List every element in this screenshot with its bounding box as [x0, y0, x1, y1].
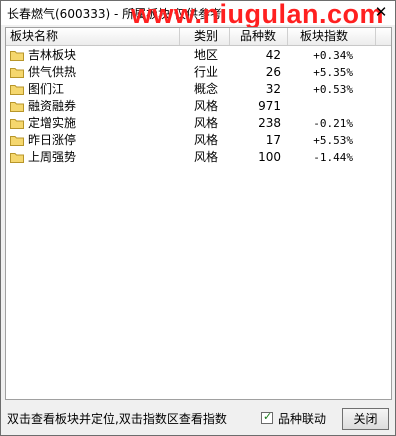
sector-type: 风格 [194, 150, 219, 164]
sector-name: 上周强势 [28, 150, 77, 164]
sector-index[interactable]: +5.35% [291, 64, 353, 81]
table-row[interactable]: 上周强势 风格 100 -1.44% [6, 149, 391, 166]
checkmark-icon: ✓ [263, 410, 273, 423]
sector-type: 概念 [194, 82, 219, 96]
table-row[interactable]: 昨日涨停 风格 17 +5.53% [6, 132, 391, 149]
table-row[interactable]: 图们江 概念 32 +0.53% [6, 81, 391, 98]
table-row[interactable]: 吉林板块 地区 42 +0.34% [6, 47, 391, 64]
sector-name-cell[interactable]: 图们江 [10, 81, 176, 98]
sector-count: 42 [265, 48, 281, 62]
title-bar: 长春燃气(600333) - 所属板块 仅供参考 www.niugulan.co… [1, 0, 395, 29]
table-row[interactable]: 融资融券 风格 971 [6, 98, 391, 115]
sector-type: 风格 [194, 99, 219, 113]
sector-type: 风格 [194, 116, 219, 130]
table-header: 板块名称 类别 品种数 板块指数 [6, 28, 391, 46]
sector-name-cell[interactable]: 昨日涨停 [10, 132, 176, 149]
header-filler [376, 28, 391, 45]
sector-name: 供气供热 [28, 65, 77, 79]
sector-name-cell[interactable]: 定增实施 [10, 115, 176, 132]
sector-count: 100 [258, 150, 281, 164]
folder-icon [10, 102, 24, 112]
link-checkbox[interactable]: ✓ [261, 410, 273, 424]
status-hint: 双击查看板块并定位,双击指数区查看指数 [7, 412, 227, 426]
sector-count: 238 [258, 116, 281, 130]
sector-list[interactable]: 板块名称 类别 品种数 板块指数 吉林板块 地区 42 +0.34% 供气供热 行业 26 +… [5, 27, 392, 400]
table-row[interactable]: 供气供热 行业 26 +5.35% [6, 64, 391, 81]
sector-name: 定增实施 [28, 116, 77, 130]
sector-count: 32 [265, 82, 281, 96]
folder-icon [10, 153, 24, 163]
sector-name-cell[interactable]: 上周强势 [10, 149, 176, 166]
folder-icon [10, 68, 24, 78]
sector-name-cell[interactable]: 融资融券 [10, 98, 176, 115]
sector-window: 长春燃气(600333) - 所属板块 仅供参考 www.niugulan.co… [0, 0, 396, 436]
sector-index[interactable]: +0.53% [291, 81, 353, 98]
folder-icon [10, 136, 24, 146]
sector-type: 行业 [194, 65, 219, 79]
folder-icon [10, 119, 24, 129]
sector-index[interactable]: -1.44% [291, 149, 353, 166]
sector-index[interactable]: -0.21% [291, 115, 353, 132]
folder-icon [10, 51, 24, 61]
sector-index[interactable] [291, 98, 353, 115]
sector-name: 吉林板块 [28, 48, 77, 62]
watermark: www.niugulan.com [131, 0, 385, 29]
sector-count: 17 [265, 133, 281, 147]
sector-index[interactable]: +0.34% [291, 47, 353, 64]
close-button[interactable]: 关闭 [342, 408, 389, 430]
sector-count: 26 [265, 65, 281, 79]
sector-count: 971 [258, 99, 281, 113]
column-header-index[interactable]: 板块指数 [288, 28, 376, 45]
status-bar: 双击查看板块并定位,双击指数区查看指数 ✓ 品种联动 关闭 [1, 401, 395, 435]
sector-name: 图们江 [28, 82, 65, 96]
sector-name: 融资融券 [28, 99, 77, 113]
sector-index[interactable]: +5.53% [291, 132, 353, 149]
sector-type: 风格 [194, 133, 219, 147]
link-checkbox-label[interactable]: 品种联动 [278, 410, 326, 427]
sector-name: 昨日涨停 [28, 133, 77, 147]
sector-type: 地区 [194, 48, 219, 62]
sector-name-cell[interactable]: 供气供热 [10, 64, 176, 81]
column-header-count[interactable]: 品种数 [230, 28, 288, 45]
table-row[interactable]: 定增实施 风格 238 -0.21% [6, 115, 391, 132]
column-header-name[interactable]: 板块名称 [6, 28, 180, 45]
sector-name-cell[interactable]: 吉林板块 [10, 47, 176, 64]
column-header-type[interactable]: 类别 [180, 28, 230, 45]
folder-icon [10, 85, 24, 95]
close-icon[interactable]: ✕ [373, 4, 389, 20]
